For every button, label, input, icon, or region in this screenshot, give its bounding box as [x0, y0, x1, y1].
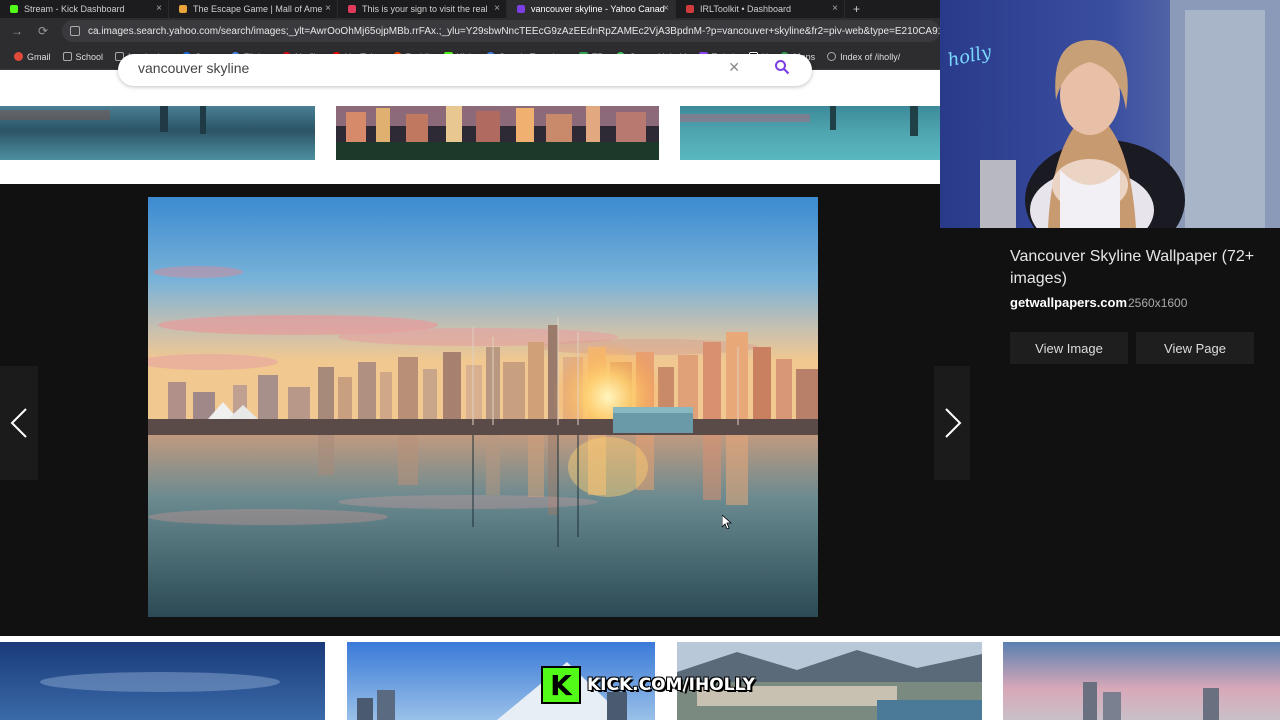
thumbnail-image: [336, 106, 659, 160]
bookmark-label: Index of /iholly/: [840, 51, 901, 62]
gmail-icon: [14, 52, 23, 61]
image-result[interactable]: [1003, 642, 1280, 720]
thumbnail-image: [0, 106, 315, 160]
previous-image-button[interactable]: [0, 366, 38, 480]
tab-title: vancouver skyline - Yahoo Canad: [531, 4, 665, 14]
image-viewer: [0, 184, 972, 636]
search-input[interactable]: vancouver skyline: [138, 60, 249, 76]
tab-close-icon[interactable]: ×: [494, 3, 500, 14]
tab-bar: Stream - Kick Dashboard × The Escape Gam…: [0, 0, 940, 18]
webcam-overlay: holly: [940, 0, 1280, 228]
irltoolkit-favicon-icon: [686, 5, 694, 13]
url-text: ca.images.search.yahoo.com/search/images…: [88, 25, 940, 37]
bookmark-label: Gmail: [27, 51, 51, 62]
site-favicon-icon: [348, 5, 356, 13]
tab-close-icon[interactable]: ×: [832, 3, 838, 14]
kick-favicon-icon: [10, 5, 18, 13]
tab-title: Stream - Kick Dashboard: [24, 4, 125, 14]
thumbnail-image: [1003, 642, 1280, 720]
search-icon[interactable]: [774, 59, 790, 75]
kick-channel-overlay: K KICK.COM/IHOLLY: [541, 666, 755, 704]
chevron-left-icon: [10, 408, 27, 438]
view-page-button[interactable]: View Page: [1136, 332, 1254, 364]
image-result[interactable]: [0, 642, 325, 720]
clear-search-icon[interactable]: ✕: [728, 59, 740, 76]
tab-close-icon[interactable]: ×: [156, 3, 162, 14]
forward-icon[interactable]: →: [10, 24, 24, 38]
bookmark-school[interactable]: School: [62, 51, 104, 62]
globe-icon: [827, 52, 837, 61]
image-result[interactable]: [0, 106, 315, 160]
vancouver-skyline-image: [148, 197, 818, 617]
tab-title: The Escape Game | Mall of Ame: [193, 4, 323, 14]
tab-yahoo-search[interactable]: vancouver skyline - Yahoo Canad ×: [507, 0, 676, 18]
bookmark-gmail[interactable]: Gmail: [14, 52, 51, 62]
site-info-icon[interactable]: [70, 26, 80, 36]
tab-title: This is your sign to visit the real: [362, 4, 488, 14]
mouse-cursor-icon: [722, 515, 732, 529]
image-result[interactable]: [336, 106, 659, 160]
main-image[interactable]: [148, 197, 818, 617]
escape-game-favicon-icon: [179, 5, 187, 13]
reload-icon[interactable]: ⟳: [36, 24, 50, 38]
search-box[interactable]: vancouver skyline ✕: [118, 54, 812, 86]
new-tab-button[interactable]: +: [845, 2, 860, 16]
address-bar: → ⟳ ca.images.search.yahoo.com/search/im…: [0, 18, 940, 44]
image-source-link[interactable]: getwallpapers.com: [1010, 295, 1127, 310]
tab-irltoolkit[interactable]: IRLToolkit • Dashboard ×: [676, 0, 845, 18]
screen: Stream - Kick Dashboard × The Escape Gam…: [0, 0, 1280, 720]
tab-close-icon[interactable]: ×: [663, 3, 669, 14]
image-title: Vancouver Skyline Wallpaper (72+ images): [1010, 248, 1255, 287]
thumbnail-image: [0, 642, 325, 720]
folder-icon: [62, 52, 72, 61]
view-image-button[interactable]: View Image: [1010, 332, 1128, 364]
tab-kick-dashboard[interactable]: Stream - Kick Dashboard ×: [0, 0, 169, 18]
streamer-webcam-image: holly: [940, 0, 1280, 228]
bookmark-index[interactable]: Index of /iholly/: [827, 52, 900, 62]
tab-visit-sign[interactable]: This is your sign to visit the real ×: [338, 0, 507, 18]
image-result[interactable]: [680, 106, 940, 160]
tab-title: IRLToolkit • Dashboard: [700, 4, 792, 14]
results-page: vancouver skyline ✕: [0, 54, 940, 184]
next-image-button[interactable]: [934, 366, 972, 480]
image-dimensions: 2560x1600: [1128, 296, 1188, 310]
tab-escape-game[interactable]: The Escape Game | Mall of Ame ×: [169, 0, 338, 18]
yahoo-favicon-icon: [517, 5, 525, 13]
thumbnail-image: [680, 106, 940, 160]
kick-channel-url: KICK.COM/IHOLLY: [587, 675, 755, 695]
chevron-right-icon: [945, 408, 962, 438]
image-info-panel: Vancouver Skyline Wallpaper (72+ images)…: [970, 228, 1280, 636]
bookmark-label: School: [75, 51, 104, 62]
tab-close-icon[interactable]: ×: [325, 3, 331, 14]
kick-logo-icon: K: [541, 666, 581, 704]
url-field[interactable]: ca.images.search.yahoo.com/search/images…: [62, 20, 940, 42]
